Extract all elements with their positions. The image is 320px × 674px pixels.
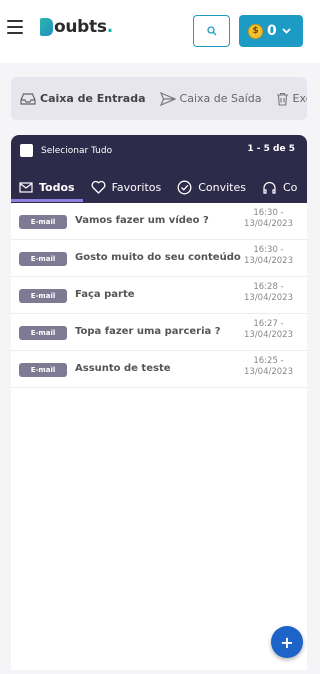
tab-invites[interactable]: Convites — [169, 175, 254, 199]
message-subject[interactable]: Assunto de teste — [75, 363, 171, 374]
mail-icon — [19, 181, 33, 193]
coins-button[interactable]: $ 0 — [239, 15, 303, 47]
message-subject[interactable]: Vamos fazer um vídeo ? — [75, 215, 209, 226]
folder-inbox[interactable]: Caixa de Entrada — [20, 92, 146, 106]
type-badge: E-mail — [19, 252, 67, 266]
message-timestamp: 16:30 -13/04/2023 — [244, 208, 293, 230]
message-date: 13/04/2023 — [244, 219, 293, 229]
folder-trash[interactable]: Exc — [276, 92, 307, 106]
compose-button[interactable]: + — [271, 626, 303, 658]
messages-panel-header: Selecionar Tudo 1 - 5 de 5 Todos Favorit… — [11, 135, 307, 203]
filter-tabs: Todos Favoritos Convites Co — [11, 175, 307, 203]
trash-icon — [276, 92, 288, 106]
message-time: 16:30 - — [253, 208, 284, 218]
tab-all-label: Todos — [39, 180, 75, 194]
pagination-range: 1 - 5 de 5 — [247, 144, 295, 154]
message-row[interactable]: E-mail Faça parte 16:28 -13/04/2023 — [11, 277, 307, 314]
search-icon — [206, 26, 216, 36]
message-timestamp: 16:30 -13/04/2023 — [244, 245, 293, 267]
logo-text: oubts — [54, 17, 107, 37]
message-subject[interactable]: Gosto muito do seu conteúdo — [75, 252, 241, 263]
folder-outbox[interactable]: Caixa de Saída — [159, 91, 262, 106]
message-subject[interactable]: Topa fazer uma parceria ? — [75, 326, 221, 337]
message-timestamp: 16:27 -13/04/2023 — [244, 319, 293, 341]
chevron-down-icon — [282, 28, 291, 34]
heart-icon — [91, 180, 106, 194]
message-time: 16:25 - — [253, 356, 284, 366]
message-timestamp: 16:28 -13/04/2023 — [244, 282, 293, 304]
hamburger-menu-icon[interactable] — [7, 20, 23, 34]
message-time: 16:30 - — [253, 245, 284, 255]
messages-panel: Selecionar Tudo 1 - 5 de 5 Todos Favorit… — [11, 135, 307, 670]
type-badge: E-mail — [19, 326, 67, 340]
message-date: 13/04/2023 — [244, 367, 293, 377]
type-badge: E-mail — [19, 289, 67, 303]
message-subject[interactable]: Faça parte — [75, 289, 135, 300]
logo-mark-icon — [40, 18, 53, 36]
message-date: 13/04/2023 — [244, 256, 293, 266]
message-time: 16:27 - — [253, 319, 284, 329]
message-row[interactable]: E-mail Topa fazer uma parceria ? 16:27 -… — [11, 314, 307, 351]
message-timestamp: 16:25 -13/04/2023 — [244, 356, 293, 378]
tab-favorites-label: Favoritos — [111, 180, 162, 194]
search-button[interactable] — [193, 15, 230, 47]
message-row[interactable]: E-mail Vamos fazer um vídeo ? 16:30 -13/… — [11, 203, 307, 240]
coin-balance: 0 — [267, 23, 277, 39]
send-icon — [159, 91, 176, 106]
tab-invites-label: Convites — [198, 180, 246, 194]
select-all-label: Selecionar Tudo — [41, 145, 113, 156]
inbox-icon — [20, 92, 36, 105]
coin-icon: $ — [248, 23, 263, 39]
tab-all[interactable]: Todos — [11, 175, 83, 202]
select-all-checkbox[interactable] — [20, 144, 33, 157]
message-row[interactable]: E-mail Assunto de teste 16:25 -13/04/202… — [11, 351, 307, 388]
check-circle-icon — [177, 180, 192, 194]
top-bar: oubts. $ 0 — [0, 0, 320, 63]
logo[interactable]: oubts. — [40, 17, 113, 37]
select-all[interactable]: Selecionar Tudo — [20, 144, 112, 157]
logo-dot: . — [106, 17, 113, 37]
folder-trash-label: Exc — [292, 92, 307, 105]
tab-contact[interactable]: Co — [254, 175, 305, 199]
folder-inbox-label: Caixa de Entrada — [40, 92, 146, 105]
folder-tabs: Caixa de Entrada Caixa de Saída Exc — [11, 77, 307, 120]
message-date: 13/04/2023 — [244, 330, 293, 340]
headset-icon — [263, 181, 276, 194]
message-time: 16:28 - — [253, 282, 284, 292]
tab-favorites[interactable]: Favoritos — [83, 175, 170, 199]
type-badge: E-mail — [19, 215, 67, 229]
type-badge: E-mail — [19, 363, 67, 377]
tab-contact-label: Co — [283, 180, 298, 194]
message-row[interactable]: E-mail Gosto muito do seu conteúdo 16:30… — [11, 240, 307, 277]
message-date: 13/04/2023 — [244, 293, 293, 303]
folder-outbox-label: Caixa de Saída — [179, 92, 262, 105]
